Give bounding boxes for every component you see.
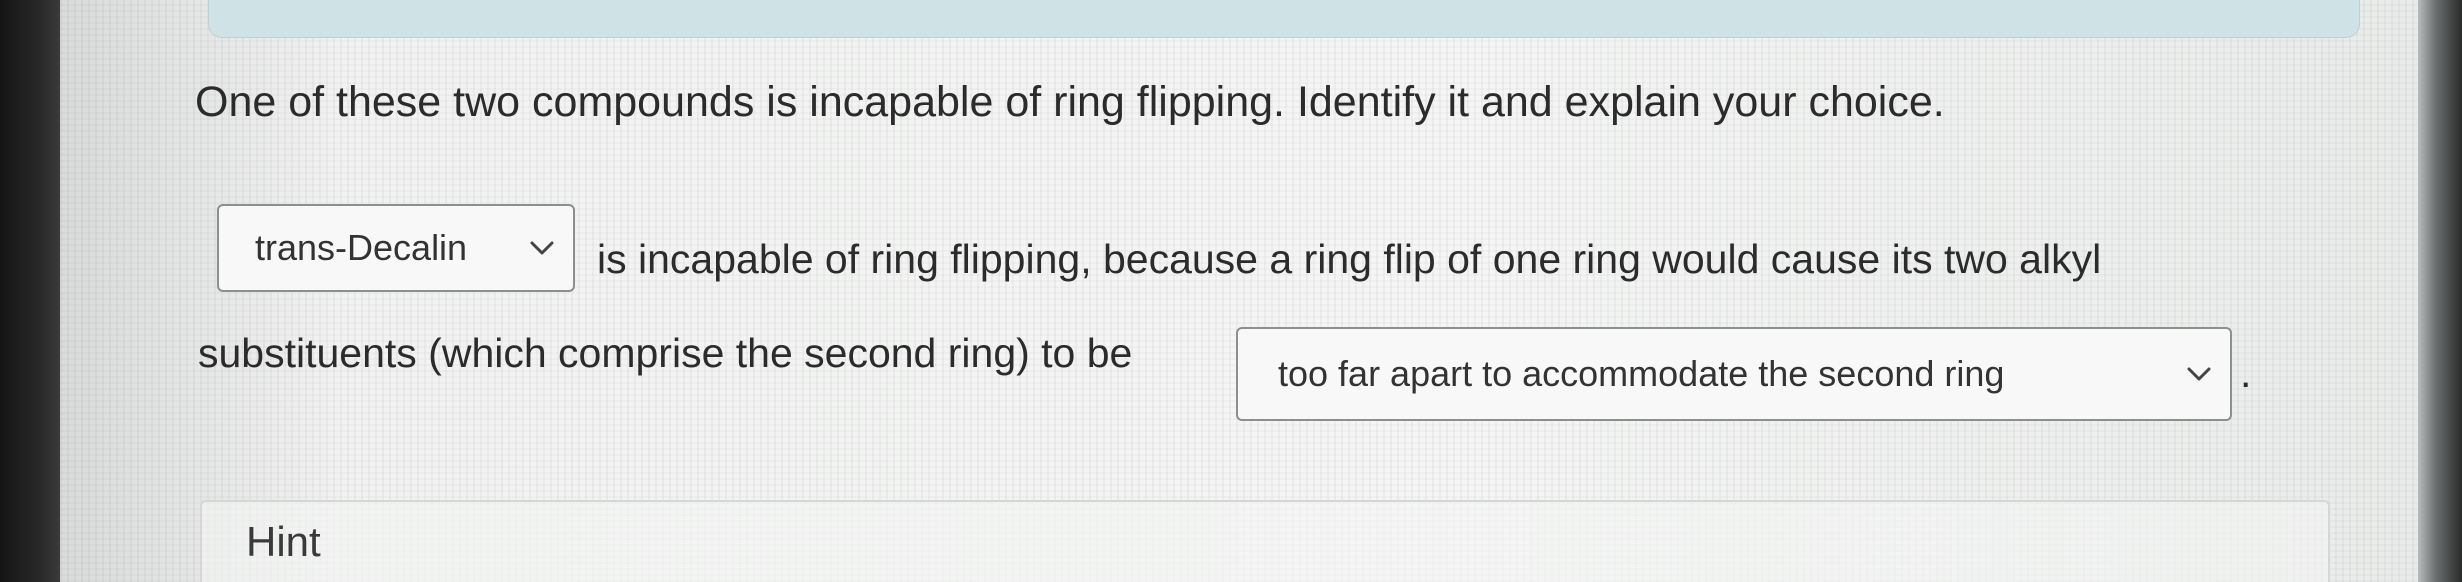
answer-text-line-1: is incapable of ring flipping, because a… — [597, 236, 2102, 282]
compound-select-value: trans-Decalin — [255, 227, 468, 268]
screen: One of these two compounds is incapable … — [0, 0, 2462, 582]
reason-select-value: too far apart to accommodate the second … — [1278, 353, 2005, 394]
screen-bezel-left — [0, 0, 60, 582]
compound-select[interactable]: trans-Decalin — [217, 204, 575, 292]
chevron-down-icon — [530, 241, 554, 255]
question-prompt: One of these two compounds is incapable … — [195, 78, 1945, 126]
chevron-down-icon — [2187, 367, 2211, 381]
sentence-period: . — [2240, 350, 2252, 396]
hint-label[interactable]: Hint — [246, 518, 321, 566]
question-page: One of these two compounds is incapable … — [60, 0, 2418, 582]
previous-section-strip — [208, 0, 2360, 38]
answer-text-line-2: substituents (which comprise the second … — [198, 330, 1133, 376]
screen-bezel-right — [2418, 0, 2462, 582]
reason-select[interactable]: too far apart to accommodate the second … — [1236, 327, 2232, 421]
hint-panel[interactable] — [200, 500, 2330, 582]
